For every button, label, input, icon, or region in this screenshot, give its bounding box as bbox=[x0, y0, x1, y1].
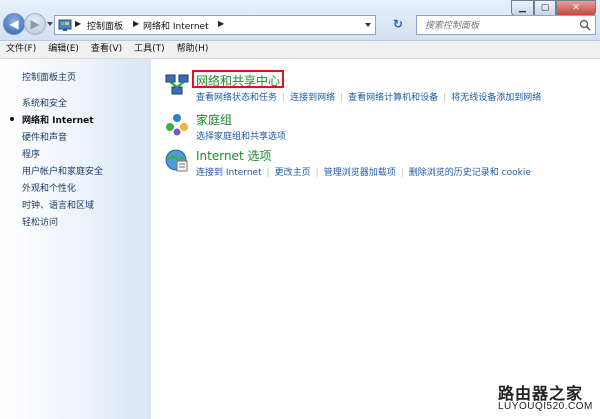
menu-view[interactable]: 查看(V) bbox=[85, 41, 128, 58]
refresh-icon[interactable]: ↻ bbox=[393, 17, 409, 33]
breadcrumb-separator-icon[interactable]: ▶ bbox=[218, 19, 224, 28]
link-view-network-status[interactable]: 查看网络状态和任务 bbox=[196, 93, 277, 103]
link-divider: | bbox=[266, 168, 270, 178]
menu-file[interactable]: 文件(F) bbox=[0, 41, 42, 58]
menu-tools[interactable]: 工具(T) bbox=[128, 41, 171, 58]
current-item-bullet-icon bbox=[10, 117, 14, 121]
link-divider: | bbox=[443, 93, 447, 103]
menu-bar: 文件(F) 编辑(E) 查看(V) 工具(T) 帮助(H) bbox=[0, 41, 600, 59]
category-links: 选择家庭组和共享选项 bbox=[196, 129, 286, 142]
maximize-button[interactable]: ▢ bbox=[534, 0, 556, 16]
link-divider: | bbox=[315, 168, 319, 178]
category-links: 查看网络状态和任务 | 连接到网络 | 查看网络计算机和设备 | 将无线设备添加到网络 bbox=[196, 90, 541, 103]
link-divider: | bbox=[400, 168, 404, 178]
menu-help[interactable]: 帮助(H) bbox=[171, 41, 215, 58]
sidebar-control-panel-home[interactable]: 控制面板主页 bbox=[22, 70, 76, 83]
link-divider: | bbox=[282, 93, 286, 103]
menu-edit[interactable]: 编辑(E) bbox=[42, 41, 85, 58]
link-view-network-computers[interactable]: 查看网络计算机和设备 bbox=[348, 93, 438, 103]
search-box[interactable] bbox=[416, 15, 596, 35]
link-manage-addons[interactable]: 管理浏览器加载项 bbox=[324, 168, 396, 178]
link-delete-history[interactable]: 删除浏览的历史记录和 cookie bbox=[409, 168, 531, 178]
breadcrumb-network-internet[interactable]: 网络和 Internet bbox=[143, 19, 209, 32]
address-history-dropdown-icon[interactable] bbox=[365, 23, 371, 27]
sidebar-item-network-internet[interactable]: 网络和 Internet bbox=[22, 113, 94, 126]
category-title-internet-options[interactable]: Internet 选项 bbox=[196, 147, 271, 164]
category-title-homegroup[interactable]: 家庭组 bbox=[196, 111, 232, 128]
search-input[interactable] bbox=[423, 17, 577, 35]
sidebar-item-user-accounts[interactable]: 用户帐户和家庭安全 bbox=[22, 164, 103, 177]
highlight-box bbox=[192, 70, 284, 88]
network-sharing-icon bbox=[165, 74, 189, 95]
recent-pages-dropdown-icon[interactable] bbox=[47, 22, 53, 26]
close-button[interactable]: ✕ bbox=[556, 0, 596, 16]
link-connect-to-network[interactable]: 连接到网络 bbox=[290, 93, 335, 103]
category-links: 连接到 Internet | 更改主页 | 管理浏览器加载项 | 删除浏览的历史记录和 co… bbox=[196, 165, 531, 178]
link-connect-to-internet[interactable]: 连接到 Internet bbox=[196, 168, 262, 178]
sidebar-item-system-security[interactable]: 系统和安全 bbox=[22, 96, 67, 109]
link-divider: | bbox=[340, 93, 344, 103]
internet-options-icon bbox=[165, 149, 188, 172]
sidebar-item-ease-of-access[interactable]: 轻松访问 bbox=[22, 215, 58, 228]
breadcrumb-control-panel[interactable]: 控制面板 bbox=[87, 19, 123, 32]
sidebar-item-clock-language[interactable]: 时钟、语言和区域 bbox=[22, 198, 94, 211]
back-button[interactable]: ◀ bbox=[3, 13, 25, 35]
sidebar-item-programs[interactable]: 程序 bbox=[22, 147, 40, 160]
control-panel-icon bbox=[58, 19, 72, 31]
minimize-button[interactable]: ▁ bbox=[511, 0, 534, 16]
window-controls: ▁ ▢ ✕ bbox=[511, 0, 596, 16]
search-icon[interactable] bbox=[579, 19, 591, 31]
forward-button[interactable]: ▶ bbox=[24, 13, 46, 35]
breadcrumb-separator-icon[interactable]: ▶ bbox=[75, 19, 81, 28]
link-homegroup-sharing-options[interactable]: 选择家庭组和共享选项 bbox=[196, 132, 286, 142]
address-bar-area: ▁ ▢ ✕ ◀ ▶ ▶ 控制面板 ▶ 网络和 Internet ▶ ↻ bbox=[0, 0, 600, 41]
link-add-wireless-device[interactable]: 将无线设备添加到网络 bbox=[451, 93, 541, 103]
breadcrumb-separator-icon[interactable]: ▶ bbox=[133, 19, 139, 28]
sidebar-item-appearance[interactable]: 外观和个性化 bbox=[22, 181, 76, 194]
link-change-homepage[interactable]: 更改主页 bbox=[275, 168, 311, 178]
sidebar-item-hardware-sound[interactable]: 硬件和声音 bbox=[22, 130, 67, 143]
homegroup-icon bbox=[166, 114, 188, 136]
watermark: 路由器之家 LUYOUQI520.COM bbox=[498, 380, 598, 416]
address-field[interactable]: ▶ 控制面板 ▶ 网络和 Internet ▶ bbox=[54, 15, 376, 35]
watermark-url: LUYOUQI520.COM bbox=[498, 401, 593, 412]
